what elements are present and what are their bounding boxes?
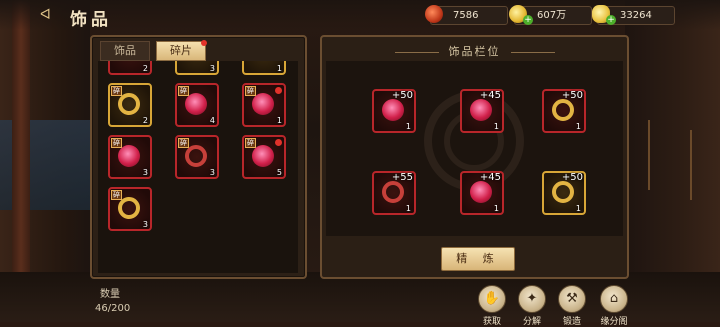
tab-accessories[interactable]: 饰品 <box>100 41 150 61</box>
fragment-count: 1 <box>276 116 282 125</box>
slot-level: 1 <box>405 122 411 131</box>
accessory-slot[interactable]: +50 1 <box>542 89 586 133</box>
action-hammer-button[interactable]: ⚒ 锻造 <box>555 285 589 327</box>
quantity-value: 46/200 <box>95 303 131 314</box>
slot-level: 1 <box>575 204 581 213</box>
fragment-slot[interactable]: 碎5 <box>242 135 286 179</box>
action-label: 缘分阁 <box>600 317 628 327</box>
pavilion-icon: ⌂ <box>600 285 628 313</box>
resource-gold-value: 607万 <box>537 10 567 21</box>
fragment-badge: 碎 <box>111 86 122 96</box>
fragment-count: 4 <box>209 116 215 125</box>
back-arrow-icon[interactable]: ᐊ <box>40 8 60 22</box>
accessory-slot[interactable]: +45 1 <box>460 171 504 215</box>
equipped-accessory-icon <box>470 181 492 203</box>
fragment-slot[interactable]: 碎3 <box>108 135 152 179</box>
slot-level: 1 <box>575 122 581 131</box>
notification-dot <box>275 87 282 94</box>
notification-dot <box>275 139 282 146</box>
resource-ruby: 7586 <box>425 5 508 25</box>
equipped-accessory-icon <box>552 99 574 121</box>
accessory-fragment-icon <box>185 145 207 167</box>
fragment-slot[interactable]: 碎2 <box>108 83 152 127</box>
fragment-slot-partial[interactable]: 2 <box>108 61 152 75</box>
fragment-count: 1 <box>276 64 282 73</box>
add-ingot-button[interactable]: + <box>606 15 616 25</box>
equipped-accessory-icon <box>382 99 404 121</box>
decompose-icon: ✦ <box>518 285 546 313</box>
resource-ingot: + 33264 <box>592 5 675 25</box>
slot-level: 1 <box>405 204 411 213</box>
obtain-icon: ✋ <box>478 285 506 313</box>
slot-area: +50 1 +45 1 +50 1 +55 1 +45 1 +50 1 <box>326 61 623 236</box>
fragment-count: 2 <box>142 64 148 73</box>
hammer-icon: ⚒ <box>558 285 586 313</box>
fragment-count: 2 <box>142 116 148 125</box>
slot-level: 1 <box>493 204 499 213</box>
fragment-badge: 碎 <box>178 86 189 96</box>
tab-fragments[interactable]: 碎片 <box>156 40 207 61</box>
refine-button[interactable]: 精 炼 <box>441 247 515 271</box>
accessory-slot[interactable]: +55 1 <box>372 171 416 215</box>
add-gold-button[interactable]: + <box>523 15 533 25</box>
equipped-accessory-icon <box>470 99 492 121</box>
lamp-stand <box>648 120 676 190</box>
accessory-slot[interactable]: +50 1 <box>542 171 586 215</box>
accessory-fragment-icon <box>118 93 140 115</box>
accessory-fragment-icon <box>118 145 140 167</box>
slot-bonus: +45 <box>479 172 501 183</box>
fragment-slot[interactable]: 碎3 <box>175 135 219 179</box>
fragment-slot[interactable]: 碎3 <box>108 187 152 231</box>
fragment-badge: 碎 <box>245 86 256 96</box>
ruby-icon <box>425 5 443 23</box>
slot-bonus: +55 <box>391 172 413 183</box>
fragment-badge: 碎 <box>178 138 189 148</box>
slot-level: 1 <box>493 122 499 131</box>
fragment-count: 5 <box>276 168 282 177</box>
page-title: 饰品 <box>70 10 112 30</box>
lamp-stand <box>690 130 718 200</box>
quantity-label: 数量 <box>100 289 120 300</box>
fragment-inventory-panel: 饰品 碎片 231碎2碎4碎1碎3碎3碎5碎3 <box>90 35 307 279</box>
resource-gold: + 607万 <box>509 5 592 25</box>
slot-bonus: +50 <box>561 172 583 183</box>
accessory-fragment-icon <box>252 93 274 115</box>
fragment-badge: 碎 <box>111 138 122 148</box>
notification-dot <box>201 40 207 46</box>
fragment-slot-partial[interactable]: 3 <box>175 61 219 75</box>
resource-ruby-value: 7586 <box>453 10 479 21</box>
resource-ingot-value: 33264 <box>620 10 652 21</box>
fragment-slot[interactable]: 碎4 <box>175 83 219 127</box>
equipped-accessory-icon <box>552 181 574 203</box>
fragment-badge: 碎 <box>245 138 256 148</box>
accessory-fragment-icon <box>252 145 274 167</box>
slot-bonus: +50 <box>561 90 583 101</box>
action-obtain-button[interactable]: ✋ 获取 <box>475 285 509 327</box>
action-label: 分解 <box>522 317 541 327</box>
accessory-slot[interactable]: +50 1 <box>372 89 416 133</box>
action-decompose-button[interactable]: ✦ 分解 <box>515 285 549 327</box>
fragment-count: 3 <box>209 168 215 177</box>
accessory-slots-panel: 饰品栏位 +50 1 +45 1 +50 1 +55 1 +45 1 +50 1 精 炼 <box>320 35 629 279</box>
fragment-count: 3 <box>209 64 215 73</box>
fragment-count: 3 <box>142 220 148 229</box>
panel-title: 饰品栏位 <box>322 43 627 59</box>
equipped-accessory-icon <box>382 181 404 203</box>
action-pavilion-button[interactable]: ⌂ 缘分阁 <box>597 285 631 327</box>
action-label: 锻造 <box>562 317 581 327</box>
accessory-fragment-icon <box>185 93 207 115</box>
action-label: 获取 <box>482 317 501 327</box>
fragment-badge: 碎 <box>111 190 122 200</box>
slot-bonus: +45 <box>479 90 501 101</box>
fragment-count: 3 <box>142 168 148 177</box>
slot-bonus: +50 <box>391 90 413 101</box>
accessory-fragment-icon <box>118 197 140 219</box>
fragment-slot-partial[interactable]: 1 <box>242 61 286 75</box>
tab-fragments-label: 碎片 <box>170 44 192 57</box>
fragment-slot[interactable]: 碎1 <box>242 83 286 127</box>
fragment-grid[interactable]: 231碎2碎4碎1碎3碎3碎5碎3 <box>98 61 298 273</box>
accessory-slot[interactable]: +45 1 <box>460 89 504 133</box>
